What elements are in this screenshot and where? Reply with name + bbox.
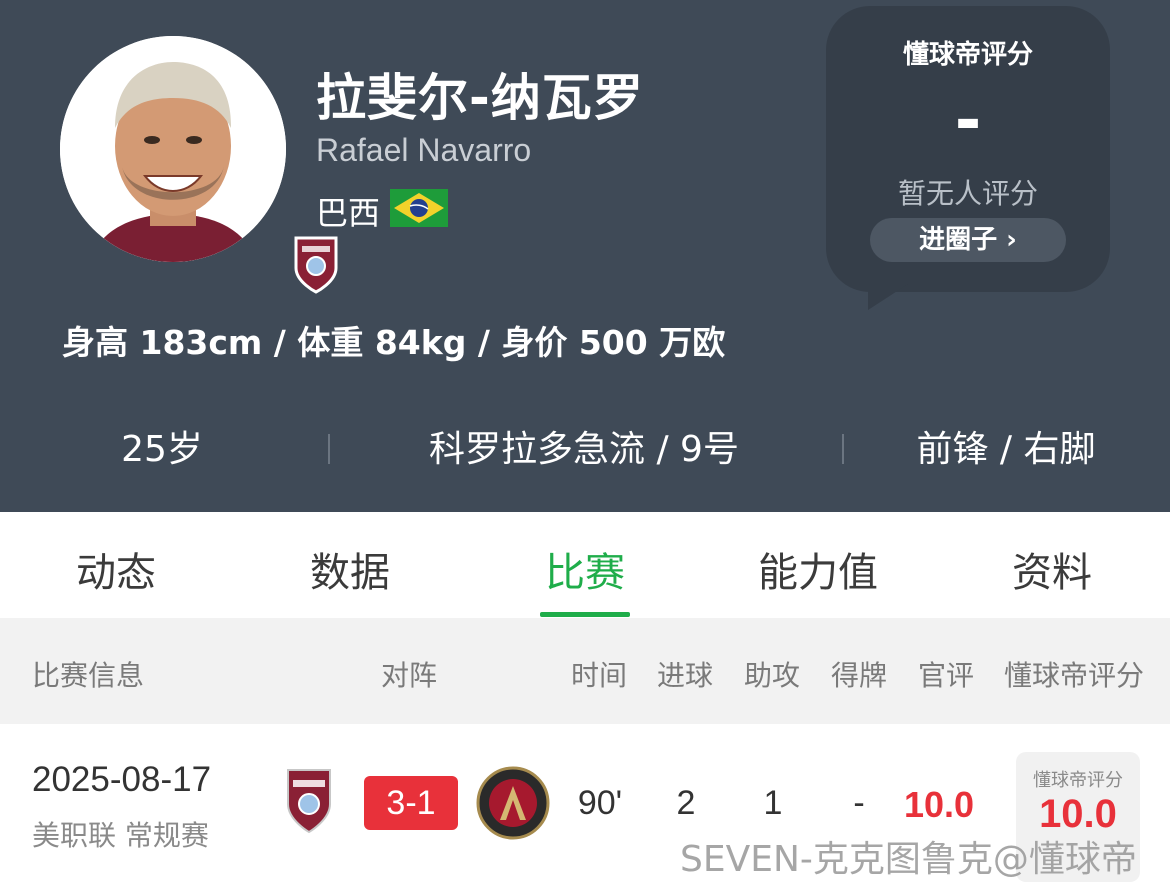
tab-news[interactable]: 动态: [16, 540, 216, 598]
rating-value: -: [954, 84, 982, 158]
match-table-header: 比赛信息 对阵 时间 进球 助攻 得牌 官评 懂球帝评分: [0, 618, 1170, 724]
player-bio-line: 身高 183cm / 体重 84kg / 身价 500 万欧: [62, 323, 726, 362]
player-info-row: 25岁 科罗拉多急流 / 9号 前锋 / 右脚: [0, 422, 1170, 478]
match-league: 美职联 常规赛: [32, 819, 209, 852]
tab-matches[interactable]: 比赛: [485, 540, 685, 598]
rating-title: 懂球帝评分: [902, 40, 1033, 70]
dqd-rating-label: 懂球帝评分: [1033, 770, 1123, 791]
tab-stats[interactable]: 数据: [250, 540, 450, 598]
match-score[interactable]: 3-1: [364, 776, 458, 830]
join-circle-button[interactable]: 进圈子 ›: [870, 218, 1066, 262]
player-photo: [60, 36, 286, 262]
player-club-number[interactable]: 科罗拉多急流 / 9号: [384, 422, 784, 478]
player-age: 25岁: [121, 429, 203, 470]
match-date: 2025-08-17: [32, 760, 212, 799]
info-divider: [842, 434, 844, 464]
match-time: 90': [577, 784, 623, 822]
header-assists: 助攻: [744, 659, 801, 692]
player-header: 拉斐尔-纳瓦罗 Rafael Navarro 巴西 身高 183cm / 体重 …: [0, 0, 1170, 512]
header-lineup: 对阵: [381, 659, 438, 692]
player-avatar[interactable]: [60, 36, 338, 294]
rating-card-tail: [868, 284, 908, 310]
header-official-rating: 官评: [918, 659, 975, 692]
header-dqd-rating: 懂球帝评分: [1004, 659, 1145, 692]
match-cards: -: [853, 784, 865, 822]
tab-ability[interactable]: 能力值: [718, 540, 918, 598]
watermark: SEVEN-克克图鲁克@懂球帝: [680, 839, 1137, 880]
player-position-foot: 前锋 / 右脚: [916, 429, 1096, 470]
rating-note: 暂无人评分: [897, 177, 1038, 210]
brazil-flag-icon: [390, 189, 448, 227]
tab-profile[interactable]: 资料: [952, 540, 1152, 598]
match-goals: 2: [676, 784, 696, 822]
match-assists: 1: [763, 784, 783, 822]
rating-card: 懂球帝评分 - 暂无人评分 进圈子 ›: [826, 6, 1110, 292]
header-match-info: 比赛信息: [32, 659, 145, 692]
info-divider: [328, 434, 330, 464]
active-tab-indicator: [540, 612, 630, 617]
header-cards: 得牌: [831, 659, 888, 692]
player-name-cn: 拉斐尔-纳瓦罗: [316, 69, 644, 127]
tab-bar: 动态 数据 比赛 能力值 资料: [0, 512, 1170, 618]
header-goals: 进球: [657, 659, 714, 692]
atlanta-united-logo-icon: [476, 766, 550, 840]
player-nationality: 巴西: [316, 194, 381, 232]
player-name-en: Rafael Navarro: [316, 132, 532, 168]
colorado-rapids-logo-icon: [287, 769, 331, 834]
match-official-rating: 10.0: [904, 784, 975, 825]
colorado-rapids-badge-icon: [294, 236, 338, 294]
header-time: 时间: [571, 659, 628, 692]
